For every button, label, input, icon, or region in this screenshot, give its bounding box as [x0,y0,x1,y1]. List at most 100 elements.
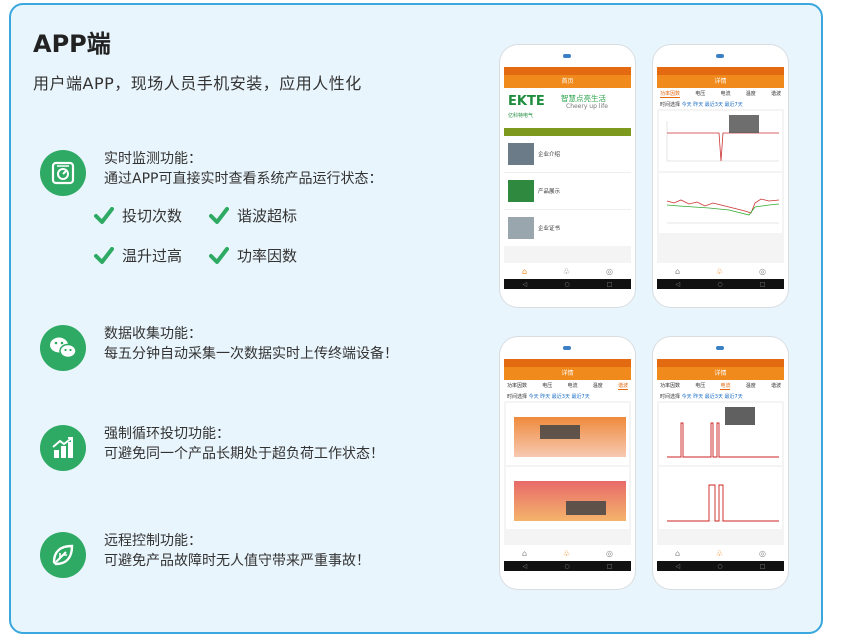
tab-temperature[interactable]: 温度 [746,382,756,390]
spike-chart [667,484,779,522]
tab-harmonic[interactable]: 谐波 [771,90,781,98]
feature-description: 可避免同一个产品长期处于超负荷工作状态！ [104,446,384,462]
bottom-tabbar: ⌂ ♧ ◎ [657,263,784,279]
time-selector[interactable]: 时间选择 今天 昨天 最近3天 最近7天 [657,392,784,401]
settings-icon[interactable]: ◎ [759,267,766,276]
tag-label: 温升过高 [122,247,183,265]
chart-panel [506,467,629,529]
tag-temperature: 温升过高 [94,245,182,266]
tab-harmonic[interactable]: 谐波 [771,382,781,390]
settings-icon[interactable]: ◎ [606,549,613,558]
bottom-tabbar: ⌂ ♧ ◎ [504,263,631,279]
feature-description: 通过APP可直接实时查看系统产品运行状态： [104,171,383,187]
tag-label: 谐波超标 [237,207,298,225]
feature-heading: 远程控制功能： [104,533,202,549]
thumbnail [508,143,534,165]
bell-icon[interactable]: ♧ [563,267,570,276]
list-item[interactable]: 企业证书 [504,210,631,246]
tab-power-factor[interactable]: 功率因数 [660,382,680,390]
bell-icon[interactable]: ♧ [716,549,723,558]
growth-chart-icon [40,425,86,471]
list-item[interactable]: 产品展示 [504,173,631,210]
bell-icon[interactable]: ♧ [716,267,723,276]
leaf-icon [40,532,86,578]
detail-tabs: 功率因数 电压 电流 温度 谐波 [504,380,631,392]
check-icon [209,206,229,224]
chart-panel [659,467,782,529]
monitor-icon [40,150,86,196]
area-chart [514,481,626,521]
app-bar-title: 详情 [657,75,784,88]
phone-detail-spike-screenshot: 详情 功率因数 电压 电流 温度 谐波 时间选择 今天 昨天 最近3天 最近7天… [653,337,788,589]
feature-description: 可避免产品故障时无人值守带来严重事故！ [104,553,370,569]
android-nav-bar: ◁ ○ □ [504,561,631,571]
detail-tabs: 功率因数 电压 电流 温度 谐波 [657,380,784,392]
brand-banner: EKTE 智慧点亮生活 Cheery up life 亿科特电气 [504,88,631,128]
page-title: APP端 [33,30,111,58]
feature-description: 每五分钟自动采集一次数据实时上传终端设备！ [104,346,398,362]
brand-cn: 亿科特电气 [508,113,534,119]
app-bar-title: 详情 [504,367,631,380]
bottom-tabbar: ⌂ ♧ ◎ [504,545,631,561]
home-icon[interactable]: ⌂ [675,549,680,558]
home-icon[interactable]: ⌂ [675,267,680,276]
settings-icon[interactable]: ◎ [606,267,613,276]
feature-heading: 数据收集功能： [104,326,202,342]
chart-panel [659,173,782,233]
chart-panel [506,403,629,465]
list-item[interactable]: 企业介绍 [504,136,631,173]
brand-logo: EKTE [508,94,545,109]
camera-icon [563,346,571,350]
detail-tabs: 功率因数 电压 电流 温度 谐波 [657,88,784,100]
tab-current[interactable]: 电流 [720,90,730,98]
tag-power-factor: 功率因数 [209,245,297,266]
tab-temperature[interactable]: 温度 [593,382,603,390]
tab-temperature[interactable]: 温度 [746,90,756,98]
bottom-tabbar: ⌂ ♧ ◎ [657,545,784,561]
wechat-icon [40,325,86,371]
check-icon [209,246,229,264]
android-nav-bar: ◁ ○ □ [657,561,784,571]
tag-label: 投切次数 [122,207,183,225]
tab-power-factor[interactable]: 功率因数 [507,382,527,390]
tab-voltage[interactable]: 电压 [542,382,552,390]
tab-current[interactable]: 电流 [567,382,577,390]
android-nav-bar: ◁ ○ □ [504,279,631,289]
settings-icon[interactable]: ◎ [759,549,766,558]
page-subtitle: 用户端APP，现场人员手机安装，应用人性化 [33,74,362,93]
phone-detail-line-screenshot: 详情 功率因数 电压 电流 温度 谐波 时间选择 今天 昨天 最近3天 最近7天 [653,45,788,307]
list-item-label: 企业证书 [538,226,561,232]
camera-icon [716,346,724,350]
area-chart [514,417,626,457]
tab-voltage[interactable]: 电压 [695,90,705,98]
app-bar-title: 首页 [504,75,631,88]
line-chart [666,198,780,224]
list-item-label: 产品展示 [538,189,561,195]
thumbnail [508,180,534,202]
time-selector[interactable]: 时间选择 今天 昨天 最近3天 最近7天 [504,392,631,401]
time-selector[interactable]: 时间选择 今天 昨天 最近3天 最近7天 [657,100,784,109]
check-icon [94,206,114,224]
check-icon [94,246,114,264]
tab-current[interactable]: 电流 [720,382,731,390]
tag-label: 功率因数 [237,247,298,265]
camera-icon [563,54,571,58]
chart-panel [659,111,782,171]
home-icon[interactable]: ⌂ [522,549,527,558]
phone-detail-area-screenshot: 详情 功率因数 电压 电流 温度 谐波 时间选择 今天 昨天 最近3天 最近7天… [500,337,635,589]
chart-panel [659,403,782,465]
home-icon[interactable]: ⌂ [522,267,527,276]
tab-harmonic[interactable]: 谐波 [617,382,628,390]
spike-chart [667,407,779,458]
line-chart [666,115,779,162]
tag-harmonic: 谐波超标 [209,205,297,226]
bell-icon[interactable]: ♧ [563,549,570,558]
tab-voltage[interactable]: 电压 [695,382,705,390]
tag-switch-count: 投切次数 [94,205,182,226]
section-bar [504,128,631,136]
phone-home-screenshot: 首页 EKTE 智慧点亮生活 Cheery up life 亿科特电气 企业介绍… [500,45,635,307]
thumbnail [508,217,534,239]
feature-heading: 实时监测功能： [104,151,202,167]
tab-power-factor[interactable]: 功率因数 [660,90,681,98]
android-nav-bar: ◁ ○ □ [657,279,784,289]
